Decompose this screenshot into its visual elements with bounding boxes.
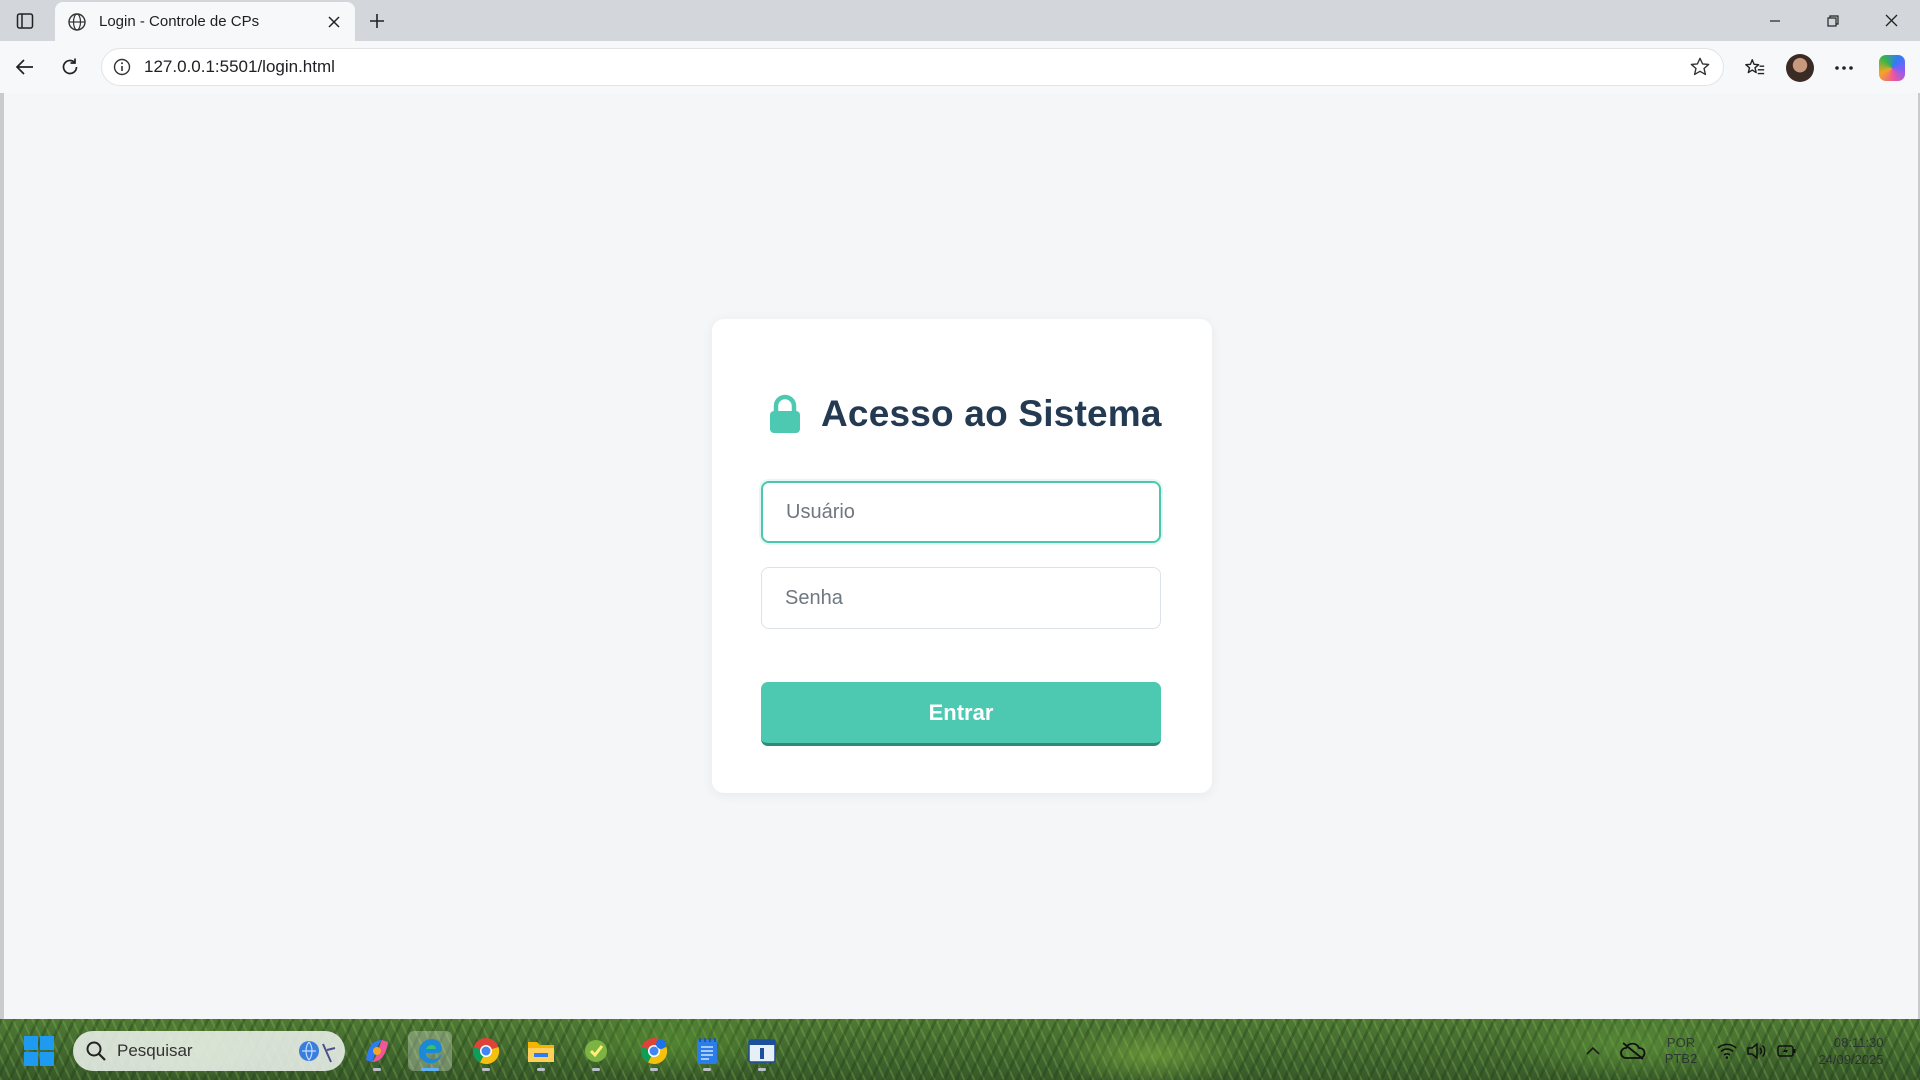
login-card: Acesso ao Sistema Entrar xyxy=(712,319,1212,793)
minimize-icon[interactable] xyxy=(1746,0,1804,41)
copilot-app-icon[interactable] xyxy=(355,1031,399,1071)
clock-time: 08:11:30 xyxy=(1833,1035,1884,1050)
browser-toolbar: 127.0.0.1:5501/login.html xyxy=(0,41,1920,93)
close-tab-icon[interactable] xyxy=(323,11,345,33)
file-explorer-icon[interactable] xyxy=(519,1031,563,1071)
volume-icon[interactable] xyxy=(1744,1031,1770,1071)
notepad-icon[interactable] xyxy=(685,1031,729,1071)
wifi-icon[interactable] xyxy=(1714,1031,1740,1071)
profile-avatar[interactable] xyxy=(1786,54,1814,82)
back-arrow-icon[interactable] xyxy=(12,54,38,80)
lock-icon xyxy=(767,394,803,434)
chrome-browser-icon[interactable] xyxy=(464,1031,508,1071)
language-indicator[interactable]: POR PTB2 xyxy=(1660,1031,1702,1071)
url-text[interactable]: 127.0.0.1:5501/login.html xyxy=(144,57,1687,77)
keyboard-layout: PTB2 xyxy=(1664,1051,1698,1066)
new-tab-button[interactable] xyxy=(364,8,390,34)
password-input[interactable] xyxy=(761,567,1161,629)
chrome-profile-icon[interactable] xyxy=(632,1031,676,1071)
language-code: POR xyxy=(1666,1035,1696,1050)
app-icon[interactable] xyxy=(574,1031,618,1071)
username-input[interactable] xyxy=(761,481,1161,543)
page-viewport: Acesso ao Sistema Entrar xyxy=(4,93,1918,1019)
show-hidden-icons-chevron-icon[interactable] xyxy=(1580,1031,1606,1071)
more-options-icon[interactable] xyxy=(1830,54,1858,82)
copilot-icon[interactable] xyxy=(1878,54,1906,82)
search-icon xyxy=(85,1040,107,1062)
restore-icon[interactable] xyxy=(1804,0,1862,41)
address-bar[interactable]: 127.0.0.1:5501/login.html xyxy=(101,48,1724,86)
close-window-icon[interactable] xyxy=(1862,0,1920,41)
search-placeholder: Pesquisar xyxy=(117,1041,193,1060)
site-info-icon[interactable] xyxy=(112,57,132,77)
windows-taskbar: Pesquisar POR PTB2 08:11:30 24/09/2025 xyxy=(0,1019,1920,1080)
clock-date: 24/09/2025 xyxy=(1818,1052,1884,1067)
browser-tab[interactable]: Login - Controle de CPs xyxy=(55,2,355,41)
globe-icon xyxy=(67,12,87,32)
login-heading: Acesso ao Sistema xyxy=(767,393,1162,435)
refresh-icon[interactable] xyxy=(57,54,83,80)
window-controls xyxy=(1746,0,1920,41)
battery-icon[interactable] xyxy=(1774,1031,1800,1071)
favorites-icon[interactable] xyxy=(1741,54,1769,82)
tab-title: Login - Controle de CPs xyxy=(99,13,260,30)
app-window-icon[interactable] xyxy=(740,1031,784,1071)
onedrive-cloud-icon[interactable] xyxy=(1618,1031,1648,1071)
login-button[interactable]: Entrar xyxy=(761,682,1161,746)
edge-browser-icon[interactable] xyxy=(408,1031,452,1071)
taskbar-search[interactable]: Pesquisar xyxy=(73,1031,345,1071)
browser-tab-bar: Login - Controle de CPs xyxy=(0,0,1920,41)
favorite-star-icon[interactable] xyxy=(1687,54,1713,80)
tab-actions-icon[interactable] xyxy=(12,8,38,34)
windows-start-icon[interactable] xyxy=(24,1036,54,1066)
search-highlight-icon xyxy=(297,1038,337,1064)
page-title: Acesso ao Sistema xyxy=(821,393,1162,434)
system-clock[interactable]: 08:11:30 24/09/2025 xyxy=(1805,1031,1897,1071)
